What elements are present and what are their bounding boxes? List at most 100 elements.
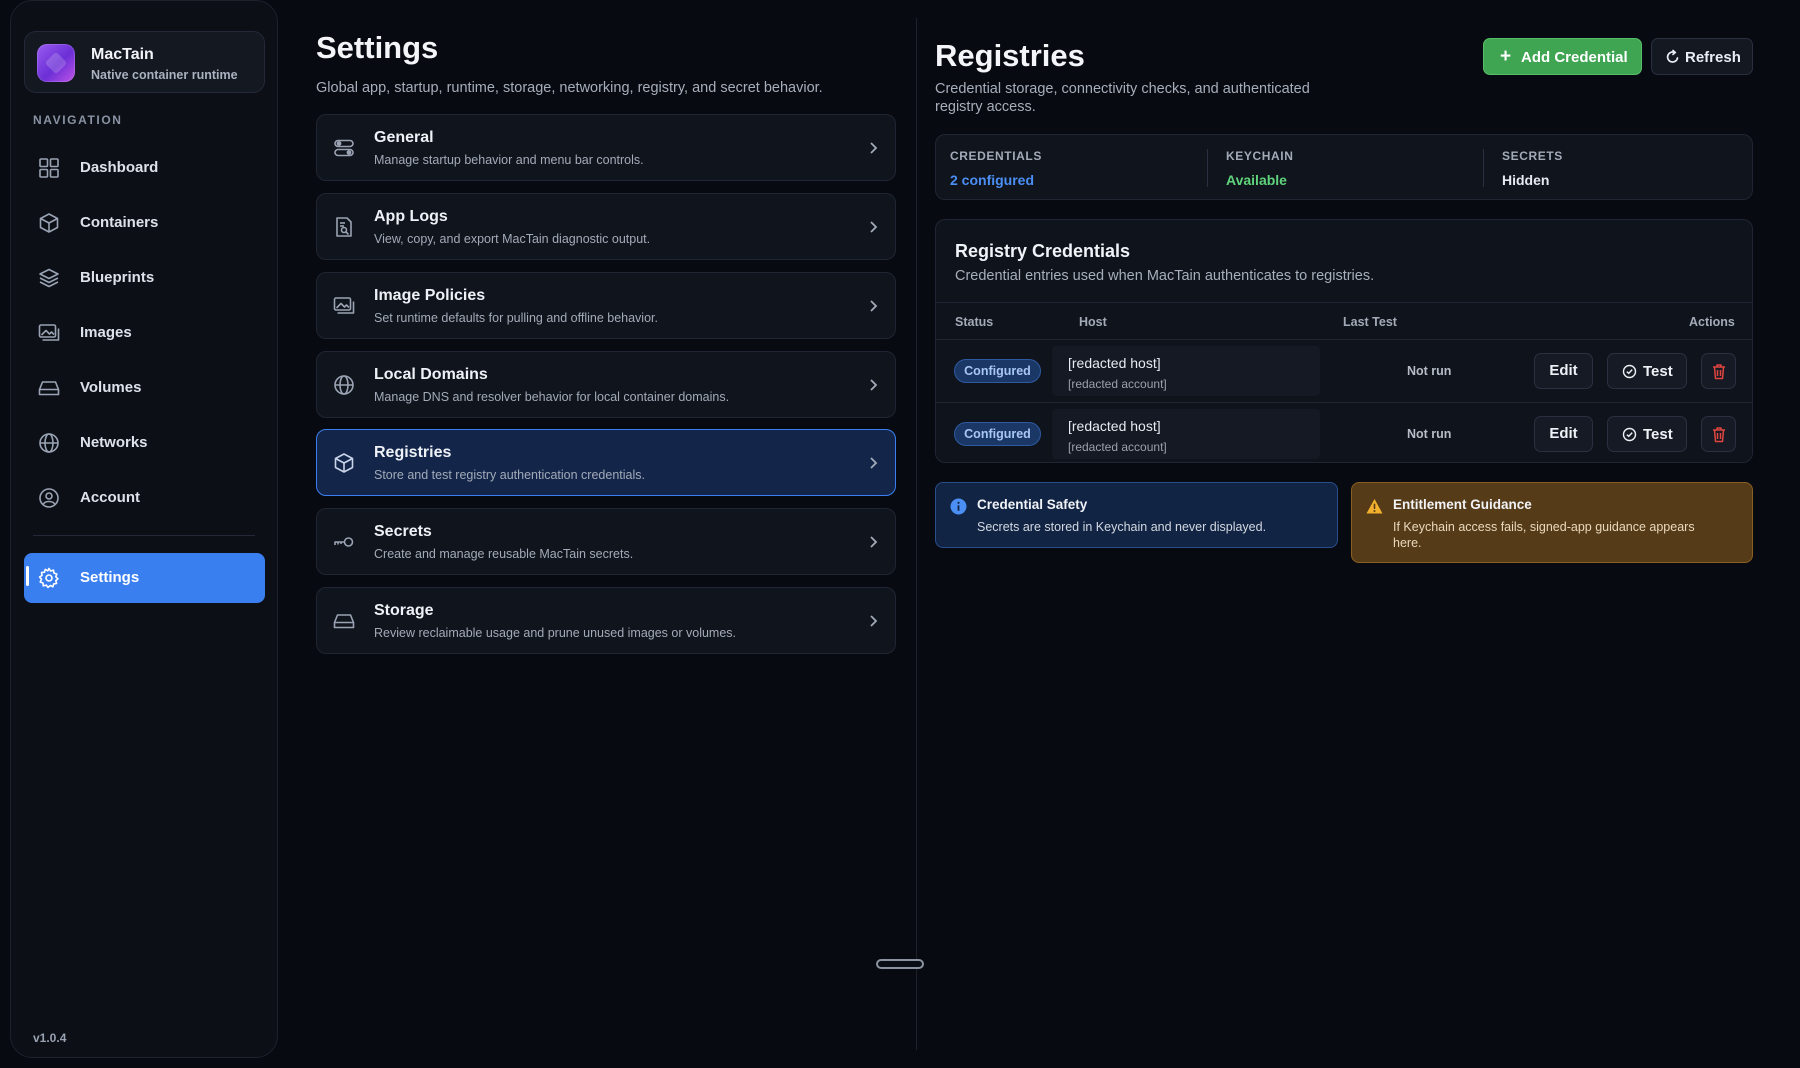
stat-divider (1207, 149, 1208, 187)
delete-button[interactable] (1701, 353, 1736, 389)
layers-icon (38, 267, 60, 289)
settings-card-desc: Create and manage reusable MacTain secre… (374, 547, 634, 561)
settings-card-desc: Manage startup behavior and menu bar con… (374, 153, 644, 167)
settings-card-image-policies[interactable]: Image Policies Set runtime defaults for … (316, 272, 896, 339)
edit-button[interactable]: Edit (1534, 353, 1593, 389)
refresh-label: Refresh (1685, 49, 1741, 66)
settings-card-desc: View, copy, and export MacTain diagnosti… (374, 232, 651, 246)
chevron-right-icon (865, 376, 881, 394)
host-account: [redacted account] (1068, 377, 1167, 391)
resize-handle[interactable] (876, 959, 924, 969)
app-version: v1.0.4 (33, 1031, 67, 1045)
host-name: [redacted host] (1068, 355, 1161, 371)
sidebar-item-label: Images (80, 324, 132, 341)
stat-value: Hidden (1502, 172, 1550, 188)
settings-card-desc: Review reclaimable usage and prune unuse… (374, 626, 737, 640)
box-icon (333, 452, 355, 474)
registry-credentials-panel: Registry Credentials Credential entries … (935, 219, 1753, 463)
plus-icon: + (1500, 46, 1512, 67)
box-icon (38, 212, 60, 234)
settings-card-desc: Set runtime defaults for pulling and off… (374, 311, 658, 325)
chevron-right-icon (865, 533, 881, 551)
entitlement-guidance-callout: Entitlement Guidance If Keychain access … (1351, 482, 1753, 563)
refresh-button[interactable]: Refresh (1651, 38, 1753, 75)
sidebar-item-dashboard[interactable]: Dashboard (24, 145, 265, 191)
test-button[interactable]: Test (1607, 353, 1687, 389)
test-label: Test (1643, 426, 1673, 443)
host-cell: [redacted host] [redacted account] (1052, 346, 1320, 396)
globe-icon (333, 374, 355, 396)
sidebar-item-networks[interactable]: Networks (24, 420, 265, 466)
last-test-value: Not run (1407, 364, 1452, 378)
sidebar-item-images[interactable]: Images (24, 310, 265, 356)
test-label: Test (1643, 363, 1673, 380)
app-name: MacTain (91, 46, 154, 63)
gear-icon (38, 567, 60, 589)
trash-icon (1713, 427, 1725, 443)
status-badge: Configured (954, 422, 1041, 446)
column-divider (916, 18, 917, 1050)
sidebar-item-label: Dashboard (80, 159, 159, 176)
add-credential-label: Add Credential (1521, 49, 1628, 66)
page-subtitle: Global app, startup, runtime, storage, n… (316, 80, 823, 96)
sidebar-item-label: Account (80, 489, 140, 506)
refresh-icon (1665, 49, 1681, 65)
sidebar-item-settings[interactable]: Settings (24, 553, 265, 603)
settings-card-app-logs[interactable]: App Logs View, copy, and export MacTain … (316, 193, 896, 260)
check-badge-icon (1622, 364, 1637, 379)
sidebar-item-blueprints[interactable]: Blueprints (24, 255, 265, 301)
stat-keychain: KEYCHAIN Available (1226, 149, 1293, 188)
registries-title: Registries (935, 38, 1085, 73)
user-circle-icon (38, 487, 60, 509)
settings-card-title: Image Policies (374, 287, 486, 304)
callout-body: If Keychain access fails, signed-app gui… (1393, 520, 1695, 550)
settings-card-secrets[interactable]: Secrets Create and manage reusable MacTa… (316, 508, 896, 575)
chevron-right-icon (865, 297, 881, 315)
settings-card-registries[interactable]: Registries Store and test registry authe… (316, 429, 896, 496)
callout-title: Credential Safety (977, 497, 1088, 512)
app-subtitle: Native container runtime (91, 68, 238, 82)
stat-value: 2 configured (950, 172, 1035, 188)
settings-card-title: Registries (374, 444, 452, 461)
delete-button[interactable] (1701, 416, 1736, 452)
info-icon (950, 498, 967, 515)
sidebar-item-label: Networks (80, 434, 148, 451)
stats-bar: CREDENTIALS 2 configured KEYCHAIN Availa… (935, 134, 1753, 200)
column-header-status: Status (955, 315, 994, 329)
settings-card-title: Secrets (374, 523, 432, 540)
stat-secrets: SECRETS Hidden (1502, 149, 1563, 188)
sidebar: MacTain Native container runtime NAVIGAT… (10, 0, 278, 1058)
callout-title: Entitlement Guidance (1393, 497, 1532, 512)
app-brand[interactable]: MacTain Native container runtime (24, 31, 265, 93)
table-header: Status Host Last Test Actions (936, 302, 1752, 340)
stat-credentials: CREDENTIALS 2 configured (950, 149, 1042, 188)
chevron-right-icon (865, 612, 881, 630)
app-logo (37, 44, 75, 82)
dashboard-grid-icon (38, 157, 60, 179)
sidebar-item-account[interactable]: Account (24, 475, 265, 521)
column-header-host: Host (1079, 315, 1107, 329)
credential-safety-callout: Credential Safety Secrets are stored in … (935, 482, 1338, 548)
add-credential-button[interactable]: + Add Credential (1483, 38, 1642, 75)
edit-button[interactable]: Edit (1534, 416, 1593, 452)
settings-card-title: App Logs (374, 208, 448, 225)
nav-heading: NAVIGATION (33, 113, 123, 127)
sidebar-item-label: Volumes (80, 379, 142, 396)
drive-icon (38, 377, 60, 399)
drive-icon (333, 610, 355, 632)
settings-card-local-domains[interactable]: Local Domains Manage DNS and resolver be… (316, 351, 896, 418)
stat-divider (1483, 149, 1484, 187)
globe-icon (38, 432, 60, 454)
images-icon (38, 322, 60, 344)
settings-card-general[interactable]: General Manage startup behavior and menu… (316, 114, 896, 181)
column-header-actions: Actions (1689, 315, 1735, 329)
table-row: Configured [redacted host] [redacted acc… (936, 340, 1752, 402)
sidebar-item-label: Settings (80, 569, 140, 586)
sidebar-item-volumes[interactable]: Volumes (24, 365, 265, 411)
stat-label: KEYCHAIN (1226, 149, 1294, 163)
sidebar-item-containers[interactable]: Containers (24, 200, 265, 246)
table-row: Configured [redacted host] [redacted acc… (936, 402, 1752, 462)
last-test-value: Not run (1407, 427, 1452, 441)
test-button[interactable]: Test (1607, 416, 1687, 452)
settings-card-storage[interactable]: Storage Review reclaimable usage and pru… (316, 587, 896, 654)
